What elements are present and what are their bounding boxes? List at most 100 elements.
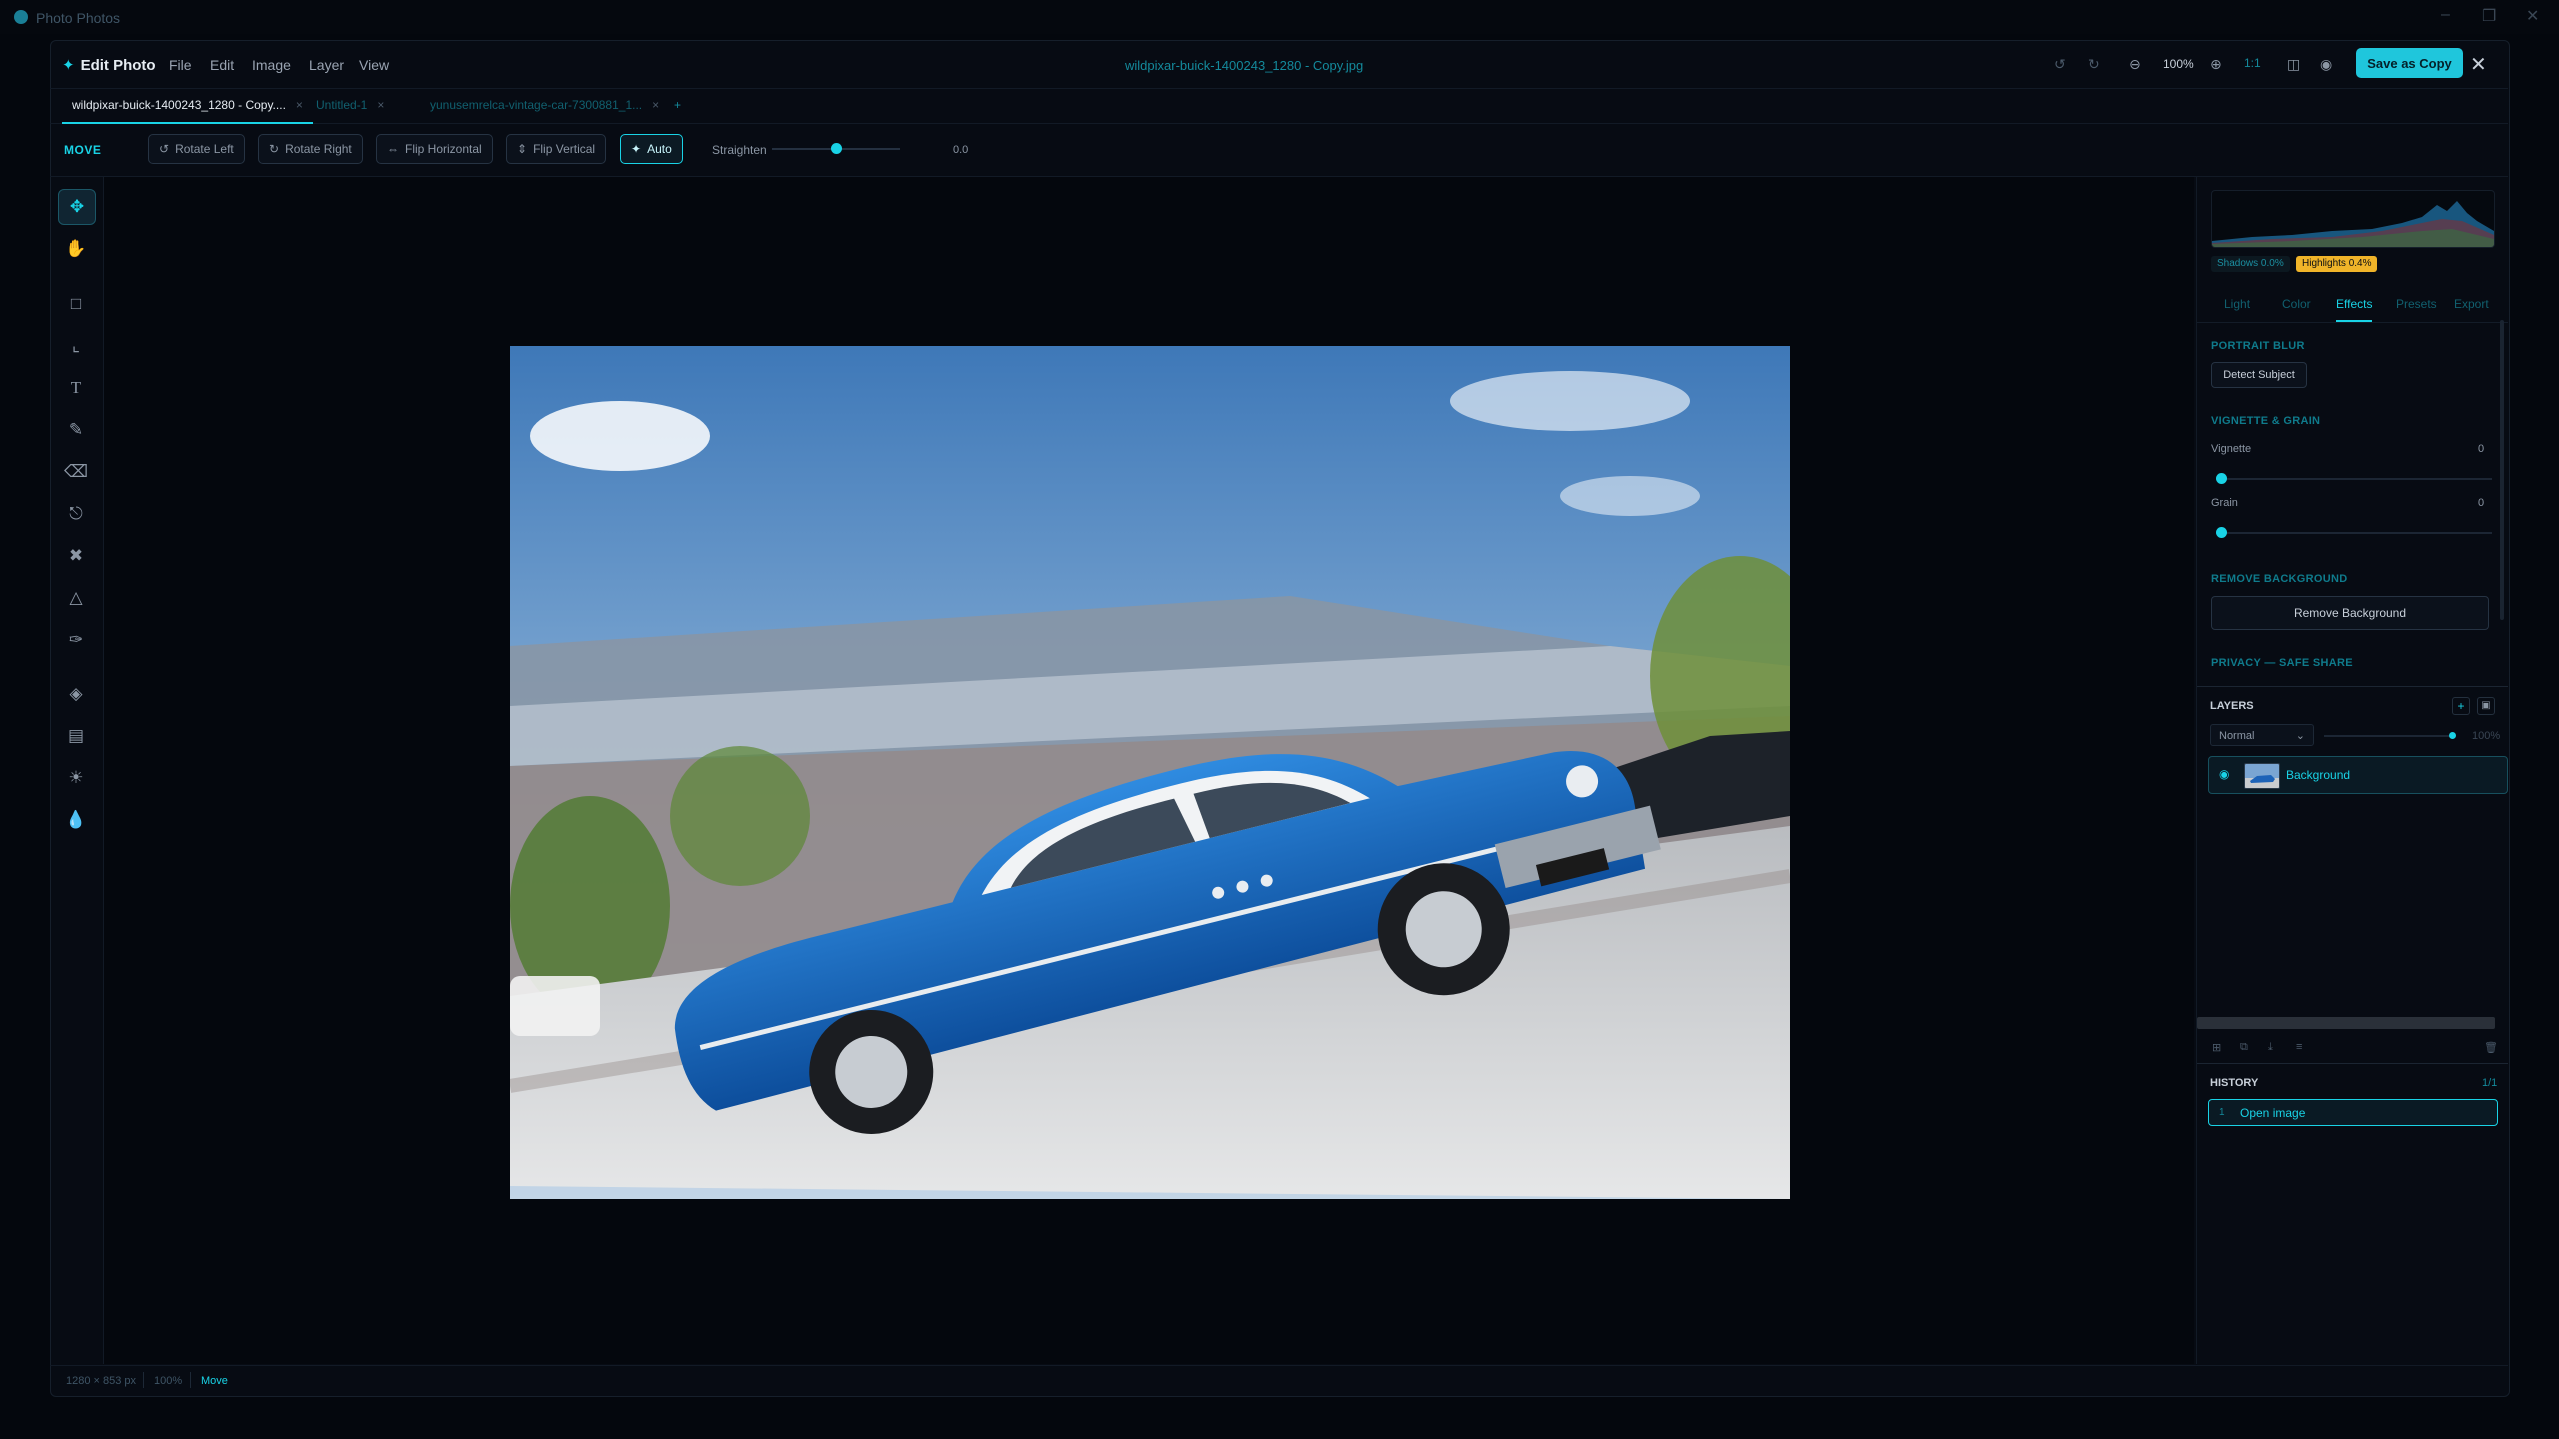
gradient-tool-icon[interactable]: ▤ <box>58 719 94 753</box>
straighten-slider-handle[interactable] <box>831 143 842 154</box>
vignette-value: 0 <box>2478 443 2485 455</box>
document-tabs <box>50 89 2508 124</box>
add-layer-icon[interactable]: + <box>2452 697 2470 715</box>
tab-export[interactable]: Export <box>2454 297 2489 320</box>
crop-tool-icon[interactable]: ⌞ <box>58 329 94 363</box>
layer-opacity-value: 100% <box>2472 730 2501 742</box>
bandage-tool-icon[interactable]: ✖ <box>58 539 94 573</box>
flip-vertical-button[interactable]: ⇕ Flip Vertical <box>506 134 607 164</box>
panel-scrollbar[interactable] <box>2500 320 2504 620</box>
preview-eye-icon[interactable]: ◉ <box>2320 56 2332 73</box>
move-tool-icon[interactable]: ✥ <box>58 189 96 225</box>
menu-layer[interactable]: Layer <box>309 57 344 73</box>
tab-label: Untitled-1 <box>316 98 368 112</box>
tab-document-3[interactable]: yunusemrelca-vintage-car-7300881_1... × <box>420 89 669 122</box>
highlights-badge[interactable]: Highlights 0.4% <box>2296 256 2378 272</box>
grain-slider[interactable] <box>2216 532 2492 534</box>
brand: ✦ Edit Photo <box>62 56 156 74</box>
tab-light[interactable]: Light <box>2224 297 2250 320</box>
menu-file[interactable]: File <box>169 57 192 73</box>
shapes-tool-icon[interactable]: △ <box>58 581 94 615</box>
image-dimensions: 1280 × 853 px <box>66 1375 137 1387</box>
histogram <box>2211 190 2495 248</box>
tab-label: yunusemrelca-vintage-car-7300881_1... <box>430 98 643 112</box>
tab-color[interactable]: Color <box>2282 297 2311 320</box>
tab-document-2[interactable]: Untitled-1 × <box>306 89 394 122</box>
flip-horizontal-icon: ⇔ <box>387 142 399 156</box>
marquee-tool-icon[interactable]: □ <box>58 287 94 321</box>
tab-close-icon[interactable]: × <box>652 98 659 112</box>
grain-slider-handle[interactable] <box>2216 527 2227 538</box>
panel-divider <box>2197 686 2508 687</box>
eraser-tool-icon[interactable]: ⌫ <box>58 455 94 489</box>
remove-background-title: REMOVE BACKGROUND <box>2211 573 2348 585</box>
delete-layer-icon[interactable]: 🗑 <box>2484 1041 2498 1054</box>
add-tab-button[interactable]: + <box>664 89 691 122</box>
visibility-eye-icon[interactable]: ◉ <box>2219 767 2229 781</box>
stamp-tool-icon[interactable]: ⎋ <box>58 497 94 531</box>
close-editor-icon[interactable]: ✕ <box>2470 52 2487 77</box>
vignette-slider[interactable] <box>2216 478 2492 480</box>
zoom-level[interactable]: 100% <box>2163 57 2194 71</box>
layer-opacity-slider[interactable] <box>2324 735 2454 737</box>
layer-opacity-handle[interactable] <box>2449 732 2456 739</box>
detect-subject-button[interactable]: Detect Subject <box>2211 362 2307 388</box>
save-as-copy-button[interactable]: Save as Copy <box>2356 48 2463 78</box>
menu-image[interactable]: Image <box>252 57 291 73</box>
grain-label: Grain <box>2211 497 2238 509</box>
zoom-in-icon[interactable]: ⊕ <box>2210 56 2222 73</box>
rotate-right-icon: ↻ <box>269 142 280 156</box>
maximize-icon[interactable]: ❐ <box>2482 6 2496 26</box>
brand-label: Edit Photo <box>80 57 156 74</box>
tab-effects[interactable]: Effects <box>2336 297 2373 322</box>
tab-close-icon[interactable]: × <box>296 98 303 112</box>
blend-mode-select[interactable]: Normal ⌄ <box>2210 724 2314 746</box>
actual-size-button[interactable]: 1:1 <box>2244 56 2261 70</box>
shadows-badge[interactable]: Shadows 0.0% <box>2211 256 2290 272</box>
layer-name[interactable]: Background <box>2286 768 2350 782</box>
tab-presets[interactable]: Presets <box>2396 297 2437 320</box>
rotate-left-button[interactable]: ↺ Rotate Left <box>148 134 245 164</box>
merge-down-icon[interactable]: ⤓ <box>2268 1041 2273 1054</box>
flip-vertical-icon: ⇕ <box>517 142 528 156</box>
eyedropper-tool-icon[interactable]: ✑ <box>58 623 94 657</box>
redo-icon[interactable]: ↻ <box>2088 56 2100 73</box>
remove-background-button[interactable]: Remove Background <box>2211 596 2489 630</box>
menu-edit[interactable]: Edit <box>210 57 234 73</box>
tab-document-1[interactable]: wildpixar-buick-1400243_1280 - Copy.... × <box>62 89 313 124</box>
layer-settings-icon[interactable]: ≡ <box>2296 1041 2302 1053</box>
app-logo-icon <box>14 10 28 24</box>
auto-label: Auto <box>647 142 672 156</box>
history-count: 1/1 <box>2482 1077 2498 1089</box>
layer-image-icon[interactable]: ▣ <box>2477 697 2495 715</box>
compare-icon[interactable]: ◫ <box>2287 56 2300 73</box>
tab-close-icon[interactable]: × <box>377 98 384 112</box>
hand-tool-icon[interactable]: ✋ <box>58 232 94 266</box>
flip-horizontal-button[interactable]: ⇔ Flip Horizontal <box>376 134 493 164</box>
status-tool: Move <box>201 1375 228 1387</box>
zoom-out-icon[interactable]: ⊖ <box>2129 56 2141 73</box>
rotate-right-button[interactable]: ↻ Rotate Right <box>258 134 363 164</box>
history-index: 1 <box>2219 1107 2225 1118</box>
fill-bucket-tool-icon[interactable]: ◈ <box>58 677 94 711</box>
duplicate-layer-icon[interactable]: ⧉ <box>2240 1041 2248 1054</box>
sparkle-icon: ✦ <box>631 142 642 156</box>
new-layer-icon[interactable]: ⊞ <box>2212 1041 2221 1054</box>
minimize-icon[interactable]: – <box>2441 6 2450 24</box>
menu-view[interactable]: View <box>359 57 389 73</box>
history-label: Open image <box>2240 1106 2306 1120</box>
straighten-label: Straighten <box>712 143 767 157</box>
dodge-tool-icon[interactable]: ☀ <box>58 761 94 795</box>
brush-tool-icon[interactable]: ✎ <box>58 413 94 447</box>
window-close-icon[interactable]: ✕ <box>2526 6 2539 26</box>
status-divider <box>190 1372 191 1388</box>
panel-resize-handle[interactable] <box>2197 1017 2495 1029</box>
tool-mode-label: MOVE <box>64 143 102 157</box>
vignette-slider-handle[interactable] <box>2216 473 2227 484</box>
vignette-label: Vignette <box>2211 443 2252 455</box>
undo-icon[interactable]: ↺ <box>2054 56 2066 73</box>
photo-canvas[interactable] <box>510 346 1790 1199</box>
auto-button[interactable]: ✦ Auto <box>620 134 683 164</box>
blur-drop-tool-icon[interactable]: 💧 <box>58 803 94 837</box>
text-tool-icon[interactable]: T <box>58 371 94 405</box>
